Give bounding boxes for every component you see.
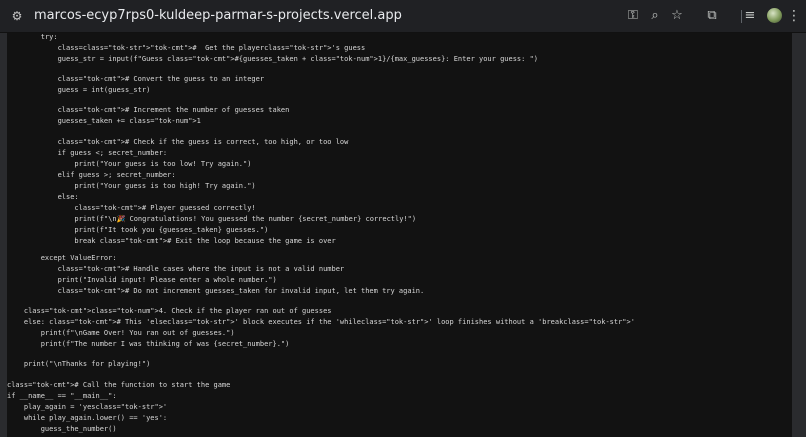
- code-line: guess_the_number(): [7, 425, 117, 433]
- code-line: elif guess >; secret_number:: [7, 171, 176, 179]
- code-line: if __name__ == "__main__":: [7, 392, 117, 400]
- code-line: play_again = 'yesclass="tok-str">': [7, 403, 168, 411]
- code-line: print("Invalid input! Please enter a who…: [7, 276, 277, 284]
- code-line: guesses_taken += class="tok-num">1: [7, 117, 201, 125]
- code-line: class="tok-cmt"># Handle cases where the…: [7, 265, 345, 273]
- code-line: class="tok-cmt"># Check if the guess is …: [7, 138, 349, 146]
- code-line: if guess <; secret_number:: [7, 149, 168, 157]
- address-bar-url[interactable]: marcos-ecyp7rps0-kuldeep-parmar-s-projec…: [34, 8, 402, 24]
- code-line: print("Your guess is too low! Try again.…: [7, 160, 252, 168]
- site-info-icon[interactable]: ⚙: [10, 9, 24, 23]
- code-line: while play_again.lower() == 'yes':: [7, 414, 168, 422]
- code-line: print(f"\nGame Over! You ran out of gues…: [7, 329, 235, 337]
- cast-icon[interactable]: ⧉: [704, 8, 720, 24]
- code-line: class="tok-cmt"># Player guessed correct…: [7, 204, 256, 212]
- zoom-icon[interactable]: ⌕: [647, 8, 663, 24]
- code-line: print(f"It took you {guesses_taken} gues…: [7, 226, 269, 234]
- code-line: class="tok-cmt"># Convert the guess to a…: [7, 75, 265, 83]
- right-page-margin: [792, 33, 806, 437]
- code-line: guess = int(guess_str): [7, 86, 151, 94]
- code-line: class="tok-cmt"># Do not increment guess…: [7, 287, 425, 295]
- code-line: class="tok-cmt"># Call the function to s…: [7, 381, 231, 389]
- code-line: guess_str = input(f"Guess class="tok-cmt…: [7, 55, 539, 63]
- code-line: class="tok-cmt"># Increment the number o…: [7, 106, 290, 114]
- code-line: print(f"The number I was thinking of was…: [7, 340, 290, 348]
- code-block: try: class=class="tok-str">"tok-cmt"># G…: [7, 33, 792, 437]
- code-line: print("\nThanks for playing!"): [7, 360, 151, 368]
- browser-toolbar: ⚙ marcos-ecyp7rps0-kuldeep-parmar-s-proj…: [0, 0, 806, 33]
- key-icon[interactable]: ⚿: [625, 8, 641, 24]
- code-line: class="tok-cmt">class="tok-num">4. Check…: [7, 307, 332, 315]
- left-page-margin: [0, 33, 7, 437]
- profile-avatar[interactable]: [767, 8, 782, 23]
- code-line: try:: [7, 33, 58, 41]
- bookmark-star-icon[interactable]: ☆: [669, 8, 685, 24]
- code-line: else:: [7, 193, 79, 201]
- code-line: break class="tok-cmt"># Exit the loop be…: [7, 237, 336, 245]
- media-control-icon[interactable]: ≡: [742, 8, 758, 24]
- code-line: print("Your guess is too high! Try again…: [7, 182, 256, 190]
- code-line: class=class="tok-str">"tok-cmt"># Get th…: [7, 44, 366, 52]
- code-line: print(f"\n🎉 Congratulations! You guessed…: [7, 215, 417, 223]
- more-menu-icon[interactable]: ⋮: [787, 8, 801, 24]
- code-line: else: class="tok-cmt"># This 'elseclass=…: [7, 318, 635, 326]
- code-line: except ValueError:: [7, 254, 117, 262]
